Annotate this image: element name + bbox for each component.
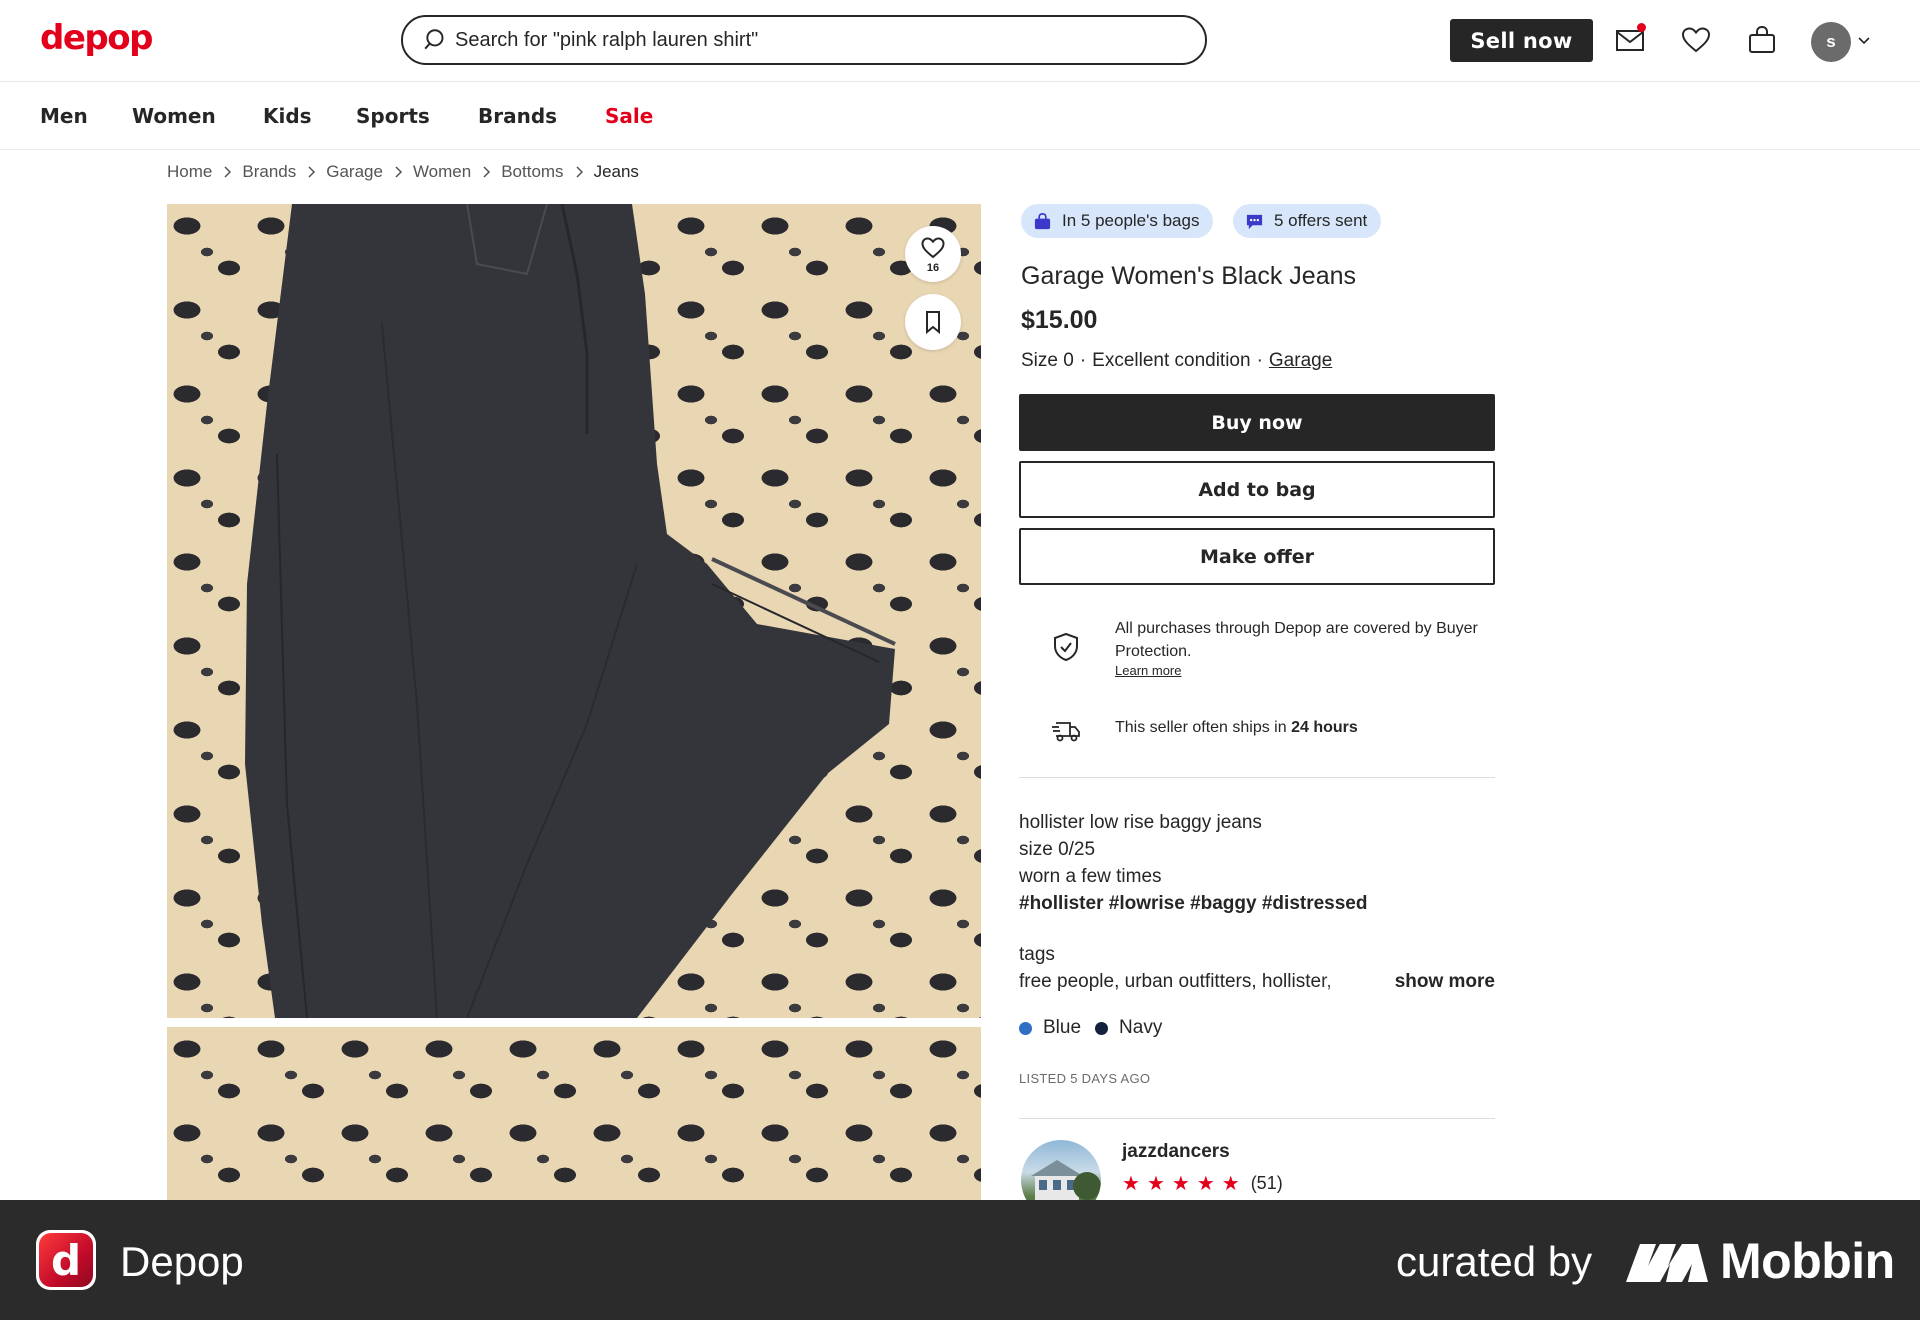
chat-bubble-icon — [1246, 214, 1263, 229]
user-avatar[interactable]: s — [1811, 22, 1851, 62]
bookmark-icon — [926, 311, 940, 335]
color-label-navy: Navy — [1119, 1017, 1163, 1038]
brand-link[interactable]: Garage — [1269, 350, 1332, 372]
product-price: $15.00 — [1021, 306, 1098, 334]
depop-logo[interactable]: depop — [40, 18, 153, 58]
description-line: worn a few times — [1019, 866, 1162, 887]
color-label-blue: Blue — [1043, 1017, 1082, 1038]
description-line: size 0/25 — [1019, 839, 1096, 860]
color-swatch-navy — [1095, 1021, 1109, 1035]
chevron-right-icon — [576, 166, 583, 178]
favorite-button[interactable]: 16 — [905, 226, 961, 282]
sell-now-button[interactable]: Sell now — [1450, 19, 1593, 62]
depop-app-icon: d — [36, 1230, 96, 1290]
divider — [1019, 777, 1495, 778]
likes-button[interactable] — [1678, 22, 1714, 58]
nav-women[interactable]: Women — [132, 104, 216, 128]
product-image-main[interactable]: 16 — [167, 204, 981, 1018]
app-name: Depop — [120, 1238, 244, 1285]
nav-sports[interactable]: Sports — [356, 104, 430, 128]
divider — [1019, 1118, 1495, 1119]
color-list: Blue Navy — [1019, 1017, 1162, 1039]
product-title: Garage Women's Black Jeans — [1021, 262, 1357, 290]
notification-dot — [1637, 23, 1646, 32]
nav-men[interactable]: Men — [40, 104, 88, 128]
favorite-count: 16 — [926, 261, 940, 274]
product-attributes: Size 0 · Excellent condition · Garage — [1021, 350, 1332, 372]
description-line: hollister low rise baggy jeans — [1019, 812, 1262, 833]
nav-brands[interactable]: Brands — [478, 104, 557, 128]
breadcrumb-jeans: Jeans — [593, 162, 639, 181]
inbox-button[interactable] — [1612, 22, 1648, 58]
bag-button[interactable] — [1744, 22, 1780, 58]
heart-icon — [1681, 27, 1711, 53]
curated-by-label: curated by — [1396, 1238, 1593, 1285]
star-icon: ★ — [1122, 1173, 1140, 1195]
add-to-bag-button[interactable]: Add to bag — [1019, 461, 1495, 518]
offers-badge-label: 5 offers sent — [1274, 211, 1368, 230]
separator-dot: · — [1256, 350, 1263, 371]
color-swatch-blue — [1019, 1021, 1032, 1035]
tags-text: free people, urban outfitters, hollister… — [1019, 971, 1332, 992]
breadcrumb: Home Brands Garage Women Bottoms Jeans — [167, 162, 639, 182]
seller-username[interactable]: jazzdancers — [1122, 1141, 1230, 1163]
review-count[interactable]: (51) — [1251, 1173, 1283, 1194]
save-button[interactable] — [905, 294, 961, 350]
breadcrumb-bottoms[interactable]: Bottoms — [501, 162, 563, 182]
breadcrumb-brands[interactable]: Brands — [242, 162, 296, 182]
heart-icon — [921, 236, 945, 258]
leopard-background — [167, 1027, 981, 1207]
buyer-protection-info: All purchases through Depop are covered … — [1115, 617, 1495, 679]
search-input[interactable] — [455, 28, 1155, 52]
buyer-protection-text: All purchases through Depop are covered … — [1115, 620, 1478, 660]
product-image-secondary[interactable] — [167, 1027, 981, 1207]
mobbin-wordmark: Mobbin — [1720, 1233, 1895, 1289]
separator-dot: · — [1079, 350, 1087, 371]
star-icon: ★ — [1221, 1173, 1240, 1195]
breadcrumb-home[interactable]: Home — [167, 162, 212, 182]
tags-label: tags — [1019, 944, 1055, 965]
star-icon: ★ — [1146, 1173, 1165, 1195]
breadcrumb-women[interactable]: Women — [413, 162, 471, 182]
buy-now-button[interactable]: Buy now — [1019, 394, 1495, 451]
shield-check-icon — [1054, 632, 1078, 662]
chevron-right-icon — [224, 166, 232, 178]
bags-badge-label: In 5 people's bags — [1062, 211, 1200, 230]
jeans-photo — [245, 204, 896, 1018]
breadcrumb-garage[interactable]: Garage — [326, 162, 383, 182]
learn-more-link[interactable]: Learn more — [1115, 663, 1495, 679]
listed-date: LISTED 5 DAYS AGO — [1019, 1071, 1151, 1086]
make-offer-button[interactable]: Make offer — [1019, 528, 1495, 585]
seller-rating: ★ ★ ★ ★ ★ (51) — [1122, 1171, 1283, 1196]
tags-row: free people, urban outfitters, hollister… — [1019, 971, 1495, 993]
product-size: Size 0 — [1021, 350, 1074, 371]
bag-icon — [1034, 212, 1051, 229]
mobbin-logo: Mobbin — [1626, 1232, 1895, 1290]
chevron-down-icon[interactable] — [1856, 32, 1872, 48]
search-bar[interactable] — [401, 15, 1207, 65]
shipping-info: This seller often ships in 24 hours — [1115, 719, 1358, 737]
search-icon — [424, 29, 444, 50]
nav-kids[interactable]: Kids — [263, 104, 312, 128]
nav-sale[interactable]: Sale — [605, 104, 653, 128]
attribution-bar: d Depop curated by Mobbin — [0, 1200, 1920, 1320]
product-description: hollister low rise baggy jeans size 0/25… — [1019, 809, 1367, 917]
mobbin-mark-icon — [1626, 1244, 1708, 1282]
product-condition: Excellent condition — [1092, 350, 1251, 371]
ship-time: 24 hours — [1291, 719, 1358, 736]
chevron-right-icon — [483, 166, 491, 178]
star-icon: ★ — [1196, 1173, 1215, 1195]
delivery-truck-icon — [1052, 722, 1080, 742]
top-header: depop Sell now s — [0, 0, 1920, 82]
star-icon: ★ — [1171, 1173, 1190, 1195]
ship-prefix: This seller often ships in — [1115, 719, 1287, 736]
description-hashtags[interactable]: #hollister #lowrise #baggy #distressed — [1019, 890, 1367, 917]
chevron-right-icon — [395, 166, 402, 178]
category-nav: Men Women Kids Sports Brands Sale — [0, 82, 1920, 150]
show-more-button[interactable]: show more — [1395, 971, 1495, 993]
offers-badge: 5 offers sent — [1233, 204, 1382, 238]
shopping-bag-icon — [1749, 25, 1775, 53]
chevron-right-icon — [308, 166, 316, 178]
bags-badge: In 5 people's bags — [1021, 204, 1214, 238]
